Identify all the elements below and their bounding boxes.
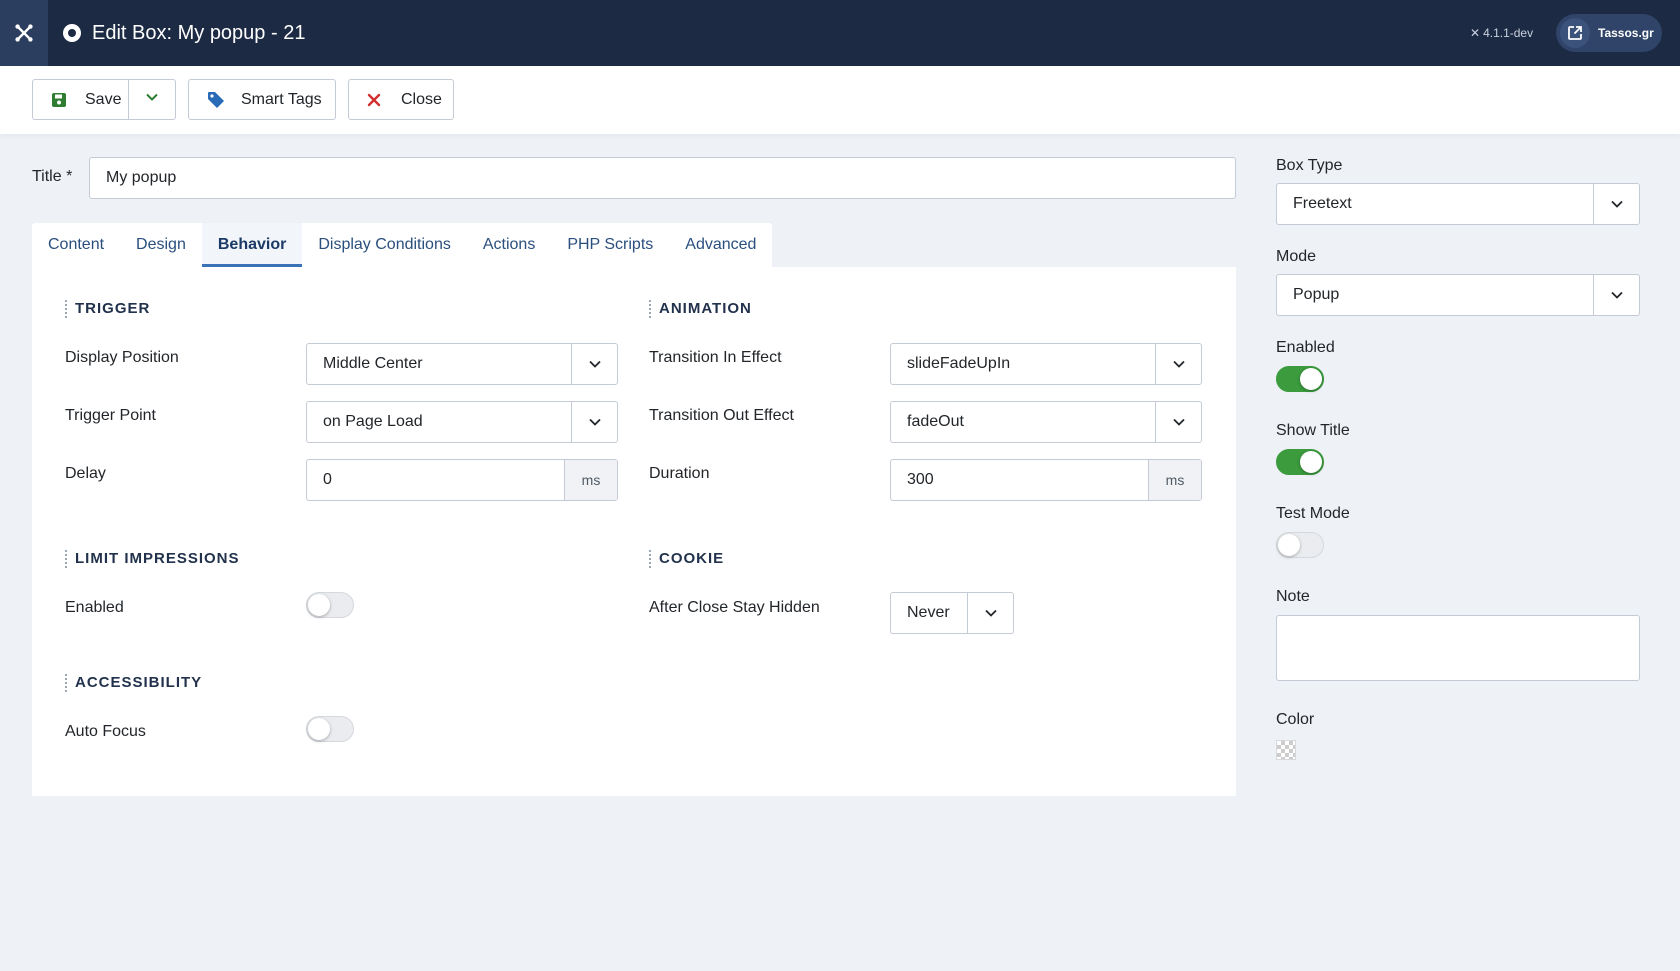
save-label: Save — [85, 90, 122, 108]
delay-input[interactable]: 0 — [307, 460, 564, 500]
display-position-select[interactable]: Middle Center — [306, 343, 618, 385]
delay-input-group: 0 ms — [306, 459, 618, 501]
display-position-value: Middle Center — [323, 355, 423, 372]
trigger-point-value: on Page Load — [323, 413, 423, 430]
trigger-point-label: Trigger Point — [65, 407, 156, 424]
site-link-label: Tassos.gr — [1598, 26, 1654, 40]
chevron-down-icon — [1593, 275, 1639, 315]
close-icon — [367, 93, 387, 107]
limit-enabled-toggle[interactable] — [306, 592, 354, 618]
animation-heading: ANIMATION — [649, 300, 752, 318]
delay-unit: ms — [564, 460, 617, 500]
version-label: ✕ 4.1.1-dev — [1470, 0, 1533, 66]
show-title-toggle[interactable] — [1276, 449, 1324, 475]
box-type-label: Box Type — [1276, 157, 1343, 174]
duration-input-group: 300 ms — [890, 459, 1202, 501]
box-type-value: Freetext — [1293, 195, 1352, 212]
toggle-knob — [308, 594, 330, 616]
trigger-heading: TRIGGER — [65, 300, 150, 318]
chevron-down-icon — [571, 344, 617, 384]
tag-icon — [207, 91, 227, 109]
tab-actions[interactable]: Actions — [467, 223, 551, 267]
transition-in-value: slideFadeUpIn — [907, 355, 1011, 372]
behavior-panel: TRIGGER Display Position Middle Center T… — [32, 267, 1236, 796]
enabled-label: Enabled — [1276, 339, 1335, 356]
tab-display-conditions[interactable]: Display Conditions — [302, 223, 467, 267]
color-picker-swatch[interactable] — [1276, 740, 1296, 760]
close-button[interactable]: Close — [348, 79, 454, 120]
duration-input[interactable]: 300 — [891, 460, 1148, 500]
tab-design[interactable]: Design — [120, 223, 202, 267]
page-title-group: Edit Box: My popup - 21 — [62, 0, 305, 66]
save-dropdown-button[interactable] — [128, 79, 176, 120]
title-input[interactable] — [89, 157, 1236, 199]
transition-out-label: Transition Out Effect — [649, 407, 794, 424]
after-close-label: After Close Stay Hidden — [649, 599, 820, 616]
mode-label: Mode — [1276, 248, 1317, 265]
transition-out-select[interactable]: fadeOut — [890, 401, 1202, 443]
save-button[interactable]: Save — [32, 79, 129, 120]
delay-label: Delay — [65, 465, 106, 482]
chevron-down-icon — [967, 593, 1013, 633]
duration-label: Duration — [649, 465, 710, 482]
duration-unit: ms — [1148, 460, 1201, 500]
box-type-select[interactable]: Freetext — [1276, 183, 1640, 225]
transition-in-select[interactable]: slideFadeUpIn — [890, 343, 1202, 385]
mode-value: Popup — [1293, 286, 1340, 303]
after-close-value: Never — [907, 604, 950, 621]
accessibility-heading: ACCESSIBILITY — [65, 674, 202, 692]
version-text: 4.1.1-dev — [1483, 26, 1534, 40]
tab-behavior[interactable]: Behavior — [201, 223, 303, 267]
transition-in-label: Transition In Effect — [649, 349, 782, 366]
tab-php-scripts[interactable]: PHP Scripts — [551, 223, 669, 267]
top-header: Edit Box: My popup - 21 ✕ 4.1.1-dev Tass… — [0, 0, 1680, 66]
page-title: Edit Box: My popup - 21 — [92, 21, 306, 44]
toolbar: Save Smart Tags Close — [0, 66, 1680, 134]
chevron-down-icon — [145, 90, 159, 109]
chevron-down-icon — [571, 402, 617, 442]
display-position-label: Display Position — [65, 349, 179, 366]
chevron-down-icon — [1155, 402, 1201, 442]
toggle-knob — [1278, 534, 1300, 556]
limit-enabled-label: Enabled — [65, 599, 124, 616]
tab-content[interactable]: Content — [32, 223, 120, 267]
external-link-icon — [1560, 18, 1590, 48]
toggle-knob — [308, 718, 330, 740]
mode-select[interactable]: Popup — [1276, 274, 1640, 316]
trigger-point-select[interactable]: on Page Load — [306, 401, 618, 443]
smart-tags-label: Smart Tags — [241, 90, 322, 108]
chevron-down-icon — [1593, 184, 1639, 224]
test-mode-toggle[interactable] — [1276, 532, 1324, 558]
joomla-small-icon: ✕ — [1470, 26, 1481, 40]
box-circle-icon — [62, 23, 82, 43]
note-textarea[interactable] — [1276, 615, 1640, 681]
color-label: Color — [1276, 711, 1315, 728]
close-label: Close — [401, 90, 442, 108]
title-label: Title * — [32, 168, 73, 185]
toggle-knob — [1300, 451, 1322, 473]
cookie-heading: COOKIE — [649, 550, 724, 568]
tab-bar: Content Design Behavior Display Conditio… — [32, 223, 773, 267]
enabled-toggle[interactable] — [1276, 366, 1324, 392]
tab-advanced[interactable]: Advanced — [669, 223, 772, 267]
joomla-logo-icon[interactable] — [0, 0, 48, 66]
chevron-down-icon — [1155, 344, 1201, 384]
limit-impressions-heading: LIMIT IMPRESSIONS — [65, 550, 240, 568]
site-link-button[interactable]: Tassos.gr — [1556, 14, 1662, 52]
after-close-select[interactable]: Never — [890, 592, 1014, 634]
auto-focus-toggle[interactable] — [306, 716, 354, 742]
note-label: Note — [1276, 588, 1310, 605]
test-mode-label: Test Mode — [1276, 505, 1350, 522]
smart-tags-button[interactable]: Smart Tags — [188, 79, 336, 120]
save-icon — [51, 92, 71, 108]
show-title-label: Show Title — [1276, 422, 1350, 439]
toggle-knob — [1300, 368, 1322, 390]
auto-focus-label: Auto Focus — [65, 723, 146, 740]
transition-out-value: fadeOut — [907, 413, 964, 430]
